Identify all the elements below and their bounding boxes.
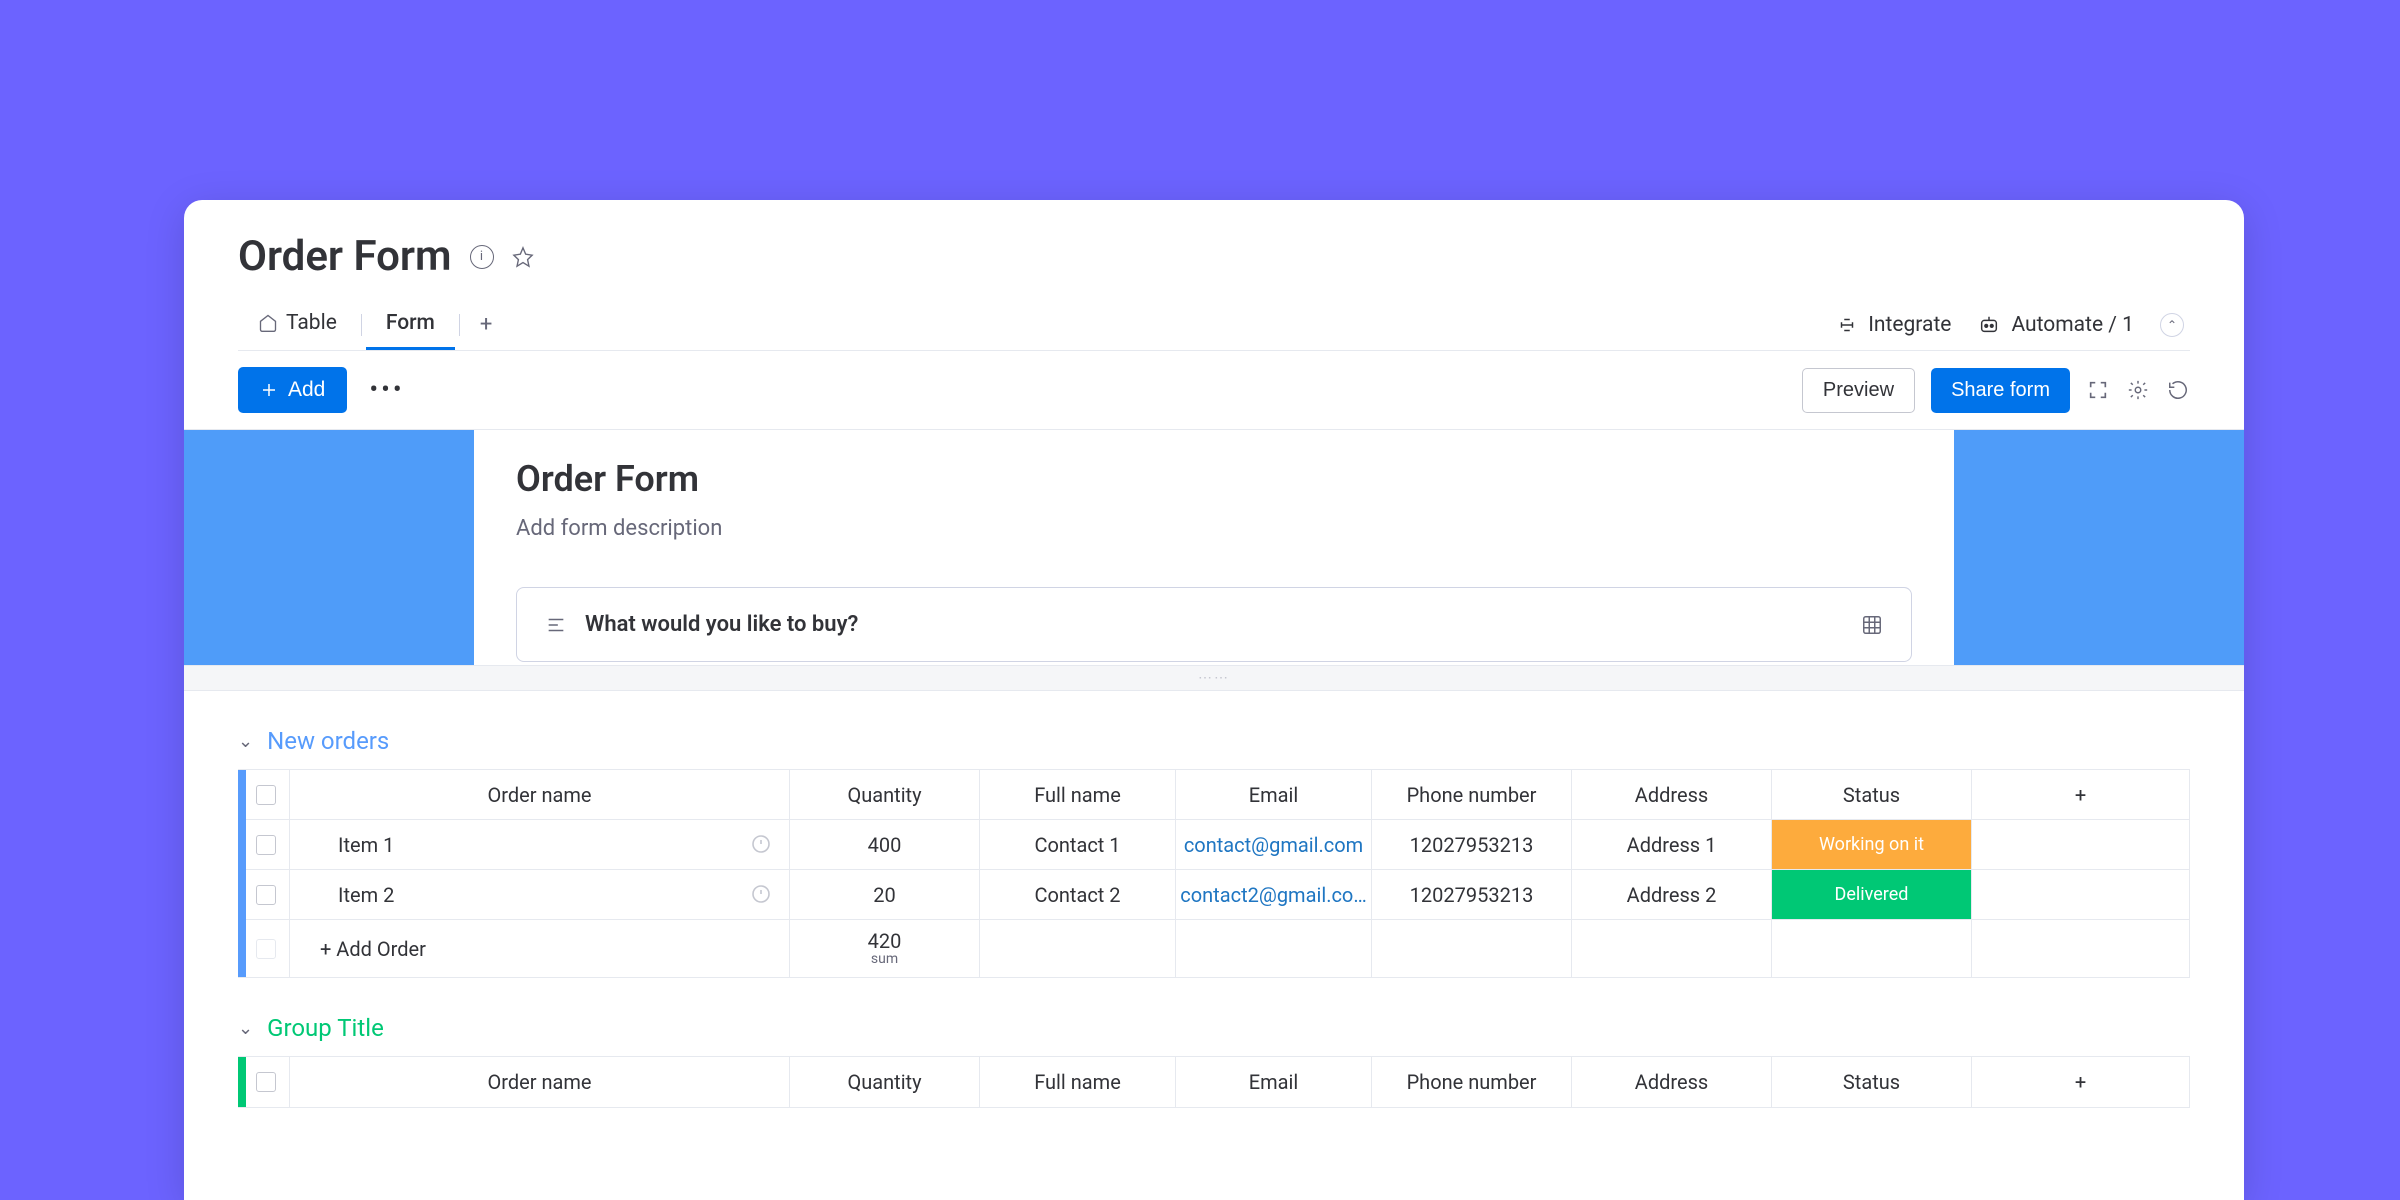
preview-button[interactable]: Preview — [1802, 368, 1915, 413]
status-badge: Working on it — [1772, 820, 1971, 869]
col-address[interactable]: Address — [1572, 1057, 1772, 1107]
cell-address[interactable]: Address 2 — [1572, 870, 1772, 919]
cell-status[interactable]: Working on it — [1772, 820, 1972, 869]
more-options-icon[interactable]: ••• — [369, 375, 404, 405]
table-row[interactable]: Item 2 20 Contact 2 contact2@gmail.co… 1… — [238, 870, 2189, 920]
chevron-down-icon[interactable]: ⌄ — [238, 1018, 253, 1039]
conversation-icon[interactable] — [749, 833, 773, 857]
cell-order-name[interactable]: Item 1 — [290, 820, 790, 869]
col-email[interactable]: Email — [1176, 770, 1372, 819]
column-type-icon[interactable] — [1861, 614, 1883, 636]
cell-status[interactable]: Delivered — [1772, 870, 1972, 919]
empty-cell — [980, 920, 1176, 977]
group-new-orders: ⌄ New orders Order name Quantity Full na… — [184, 691, 2244, 978]
toolbar: Add ••• Preview Share form — [184, 351, 2244, 429]
form-brand-left[interactable] — [184, 430, 474, 665]
automate-label: Automate / 1 — [2011, 313, 2134, 337]
col-order-name[interactable]: Order name — [290, 770, 790, 819]
cell-quantity[interactable]: 400 — [790, 820, 980, 869]
col-full-name[interactable]: Full name — [980, 1057, 1176, 1107]
col-phone[interactable]: Phone number — [1372, 770, 1572, 819]
table-row[interactable]: Item 1 400 Contact 1 contact@gmail.com 1… — [238, 820, 2189, 870]
automate-button[interactable]: Automate / 1 — [1977, 313, 2134, 337]
cell-full-name[interactable]: Contact 1 — [980, 820, 1176, 869]
tab-divider — [459, 314, 460, 336]
empty-cell — [1572, 920, 1772, 977]
tab-form[interactable]: Form — [366, 299, 455, 350]
add-button-label: Add — [288, 378, 325, 402]
add-column-button[interactable]: + — [1972, 1057, 2189, 1107]
empty-cell — [1372, 920, 1572, 977]
data-table: Order name Quantity Full name Email Phon… — [238, 769, 2190, 978]
col-status[interactable]: Status — [1772, 1057, 1972, 1107]
integrate-button[interactable]: Integrate — [1836, 313, 1951, 337]
cell-quantity[interactable]: 20 — [790, 870, 980, 919]
col-status[interactable]: Status — [1772, 770, 1972, 819]
form-question-card[interactable]: What would you like to buy? — [516, 587, 1912, 662]
empty-cell — [1972, 920, 2189, 977]
form-question-text: What would you like to buy? — [585, 612, 858, 637]
empty-cell — [1972, 820, 2189, 869]
table-header-row: Order name Quantity Full name Email Phon… — [238, 1057, 2189, 1107]
group-generic: ⌄ Group Title Order name Quantity Full n… — [184, 978, 2244, 1108]
empty-cell — [1972, 870, 2189, 919]
tab-form-label: Form — [386, 311, 435, 335]
empty-cell — [1176, 920, 1372, 977]
share-form-button[interactable]: Share form — [1931, 368, 2070, 413]
form-description-placeholder[interactable]: Add form description — [516, 516, 1912, 541]
group-title[interactable]: New orders — [267, 727, 389, 755]
empty-cell — [1772, 920, 1972, 977]
page-title[interactable]: Order Form — [238, 232, 452, 281]
conversation-icon[interactable] — [749, 883, 773, 907]
form-title[interactable]: Order Form — [516, 458, 1912, 500]
col-address[interactable]: Address — [1572, 770, 1772, 819]
cell-email[interactable]: contact@gmail.com — [1176, 820, 1372, 869]
sum-cell: 420 sum — [790, 920, 980, 977]
cell-phone[interactable]: 12027953213 — [1372, 870, 1572, 919]
cell-full-name[interactable]: Contact 2 — [980, 870, 1176, 919]
table-header-row: Order name Quantity Full name Email Phon… — [238, 770, 2189, 820]
group-color-stripe — [238, 1057, 246, 1107]
add-row[interactable]: + Add Order 420 sum — [238, 920, 2189, 977]
fullscreen-icon[interactable] — [2086, 378, 2110, 402]
group-title[interactable]: Group Title — [267, 1014, 384, 1042]
integrate-label: Integrate — [1868, 313, 1951, 337]
cell-address[interactable]: Address 1 — [1572, 820, 1772, 869]
tab-divider — [361, 314, 362, 336]
add-column-button[interactable]: + — [1972, 770, 2189, 819]
refresh-icon[interactable] — [2166, 378, 2190, 402]
collapse-header-icon[interactable]: ⌃ — [2160, 313, 2184, 337]
add-button[interactable]: Add — [238, 367, 347, 413]
cell-phone[interactable]: 12027953213 — [1372, 820, 1572, 869]
col-phone[interactable]: Phone number — [1372, 1057, 1572, 1107]
col-email[interactable]: Email — [1176, 1057, 1372, 1107]
chevron-down-icon[interactable]: ⌄ — [238, 731, 253, 752]
view-tabs: Table Form + Integrate Automate / 1 ⌃ — [238, 299, 2190, 351]
tab-table[interactable]: Table — [238, 299, 357, 350]
group-color-stripe — [238, 770, 246, 977]
col-full-name[interactable]: Full name — [980, 770, 1176, 819]
resize-handle[interactable]: ⋯⋯ — [184, 665, 2244, 691]
cell-order-name[interactable]: Item 2 — [290, 870, 790, 919]
data-table: Order name Quantity Full name Email Phon… — [238, 1056, 2190, 1108]
text-icon — [545, 614, 567, 636]
col-quantity[interactable]: Quantity — [790, 1057, 980, 1107]
favorite-star-icon[interactable] — [512, 246, 534, 268]
group-header[interactable]: ⌄ New orders — [238, 727, 2190, 755]
form-builder-area: Order Form Add form description What wou… — [184, 429, 2244, 665]
cell-email[interactable]: contact2@gmail.co… — [1176, 870, 1372, 919]
tab-table-label: Table — [286, 311, 337, 335]
info-icon[interactable]: i — [470, 245, 494, 269]
status-badge: Delivered — [1772, 870, 1971, 919]
board-card: Order Form i Table Form + — [184, 200, 2244, 1200]
col-order-name[interactable]: Order name — [290, 1057, 790, 1107]
add-view-button[interactable]: + — [464, 300, 508, 349]
col-quantity[interactable]: Quantity — [790, 770, 980, 819]
group-header[interactable]: ⌄ Group Title — [238, 1014, 2190, 1042]
board-header: Order Form i Table Form + — [184, 200, 2244, 351]
form-brand-right[interactable] — [1954, 430, 2244, 665]
gear-icon[interactable] — [2126, 378, 2150, 402]
add-order-label[interactable]: + Add Order — [290, 920, 790, 977]
